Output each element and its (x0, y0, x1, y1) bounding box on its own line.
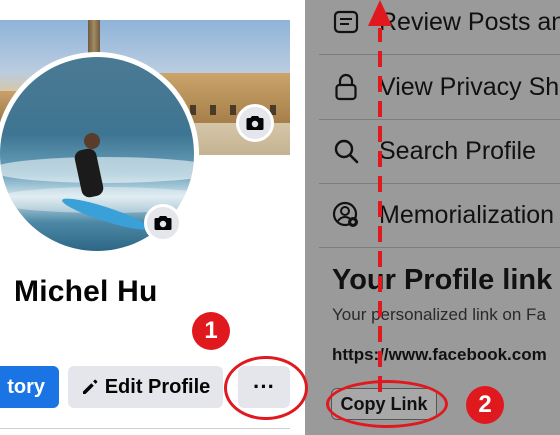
menu-item-view-privacy-shortcuts[interactable]: View Privacy Sho (305, 55, 560, 119)
divider (0, 428, 290, 429)
memorialization-settings-icon (331, 200, 361, 230)
camera-icon (154, 216, 172, 230)
edit-profile-picture-button[interactable] (144, 204, 182, 242)
add-to-story-button[interactable]: tory (0, 366, 59, 408)
search-icon (331, 136, 361, 166)
menu-item-search-profile[interactable]: Search Profile (305, 119, 560, 183)
menu-item-label: Review Posts and (379, 7, 560, 36)
annotation-step-1-badge: 1 (192, 312, 230, 350)
divider (319, 247, 560, 248)
menu-item-memorialization-settings[interactable]: Memorialization (305, 183, 560, 247)
annotation-circle-more-button (224, 356, 308, 420)
avatar-surfer-head (84, 133, 100, 149)
review-posts-icon (331, 7, 361, 37)
cover-window (230, 105, 236, 115)
menu-item-review-posts[interactable]: Review Posts and (305, 0, 560, 54)
camera-icon (246, 116, 264, 130)
edit-profile-label: Edit Profile (104, 375, 211, 398)
menu-item-label: Memorialization (379, 200, 555, 229)
lock-icon (331, 72, 361, 102)
profile-name: Michel Hu (14, 275, 158, 308)
edit-profile-button[interactable]: Edit Profile (68, 366, 223, 408)
profile-settings-menu: Review Posts and View Privacy Sho Search… (305, 0, 560, 435)
annotation-circle-copy-link (326, 380, 448, 428)
menu-item-label: View Privacy Sho (379, 72, 560, 101)
add-to-story-label: tory (7, 375, 45, 398)
cover-window (210, 105, 216, 115)
annotation-step-2-badge: 2 (466, 386, 504, 424)
pencil-icon (82, 379, 97, 394)
edit-cover-photo-button[interactable] (236, 104, 274, 142)
menu-item-label: Search Profile (379, 136, 537, 165)
annotation-arrow (368, 0, 392, 392)
